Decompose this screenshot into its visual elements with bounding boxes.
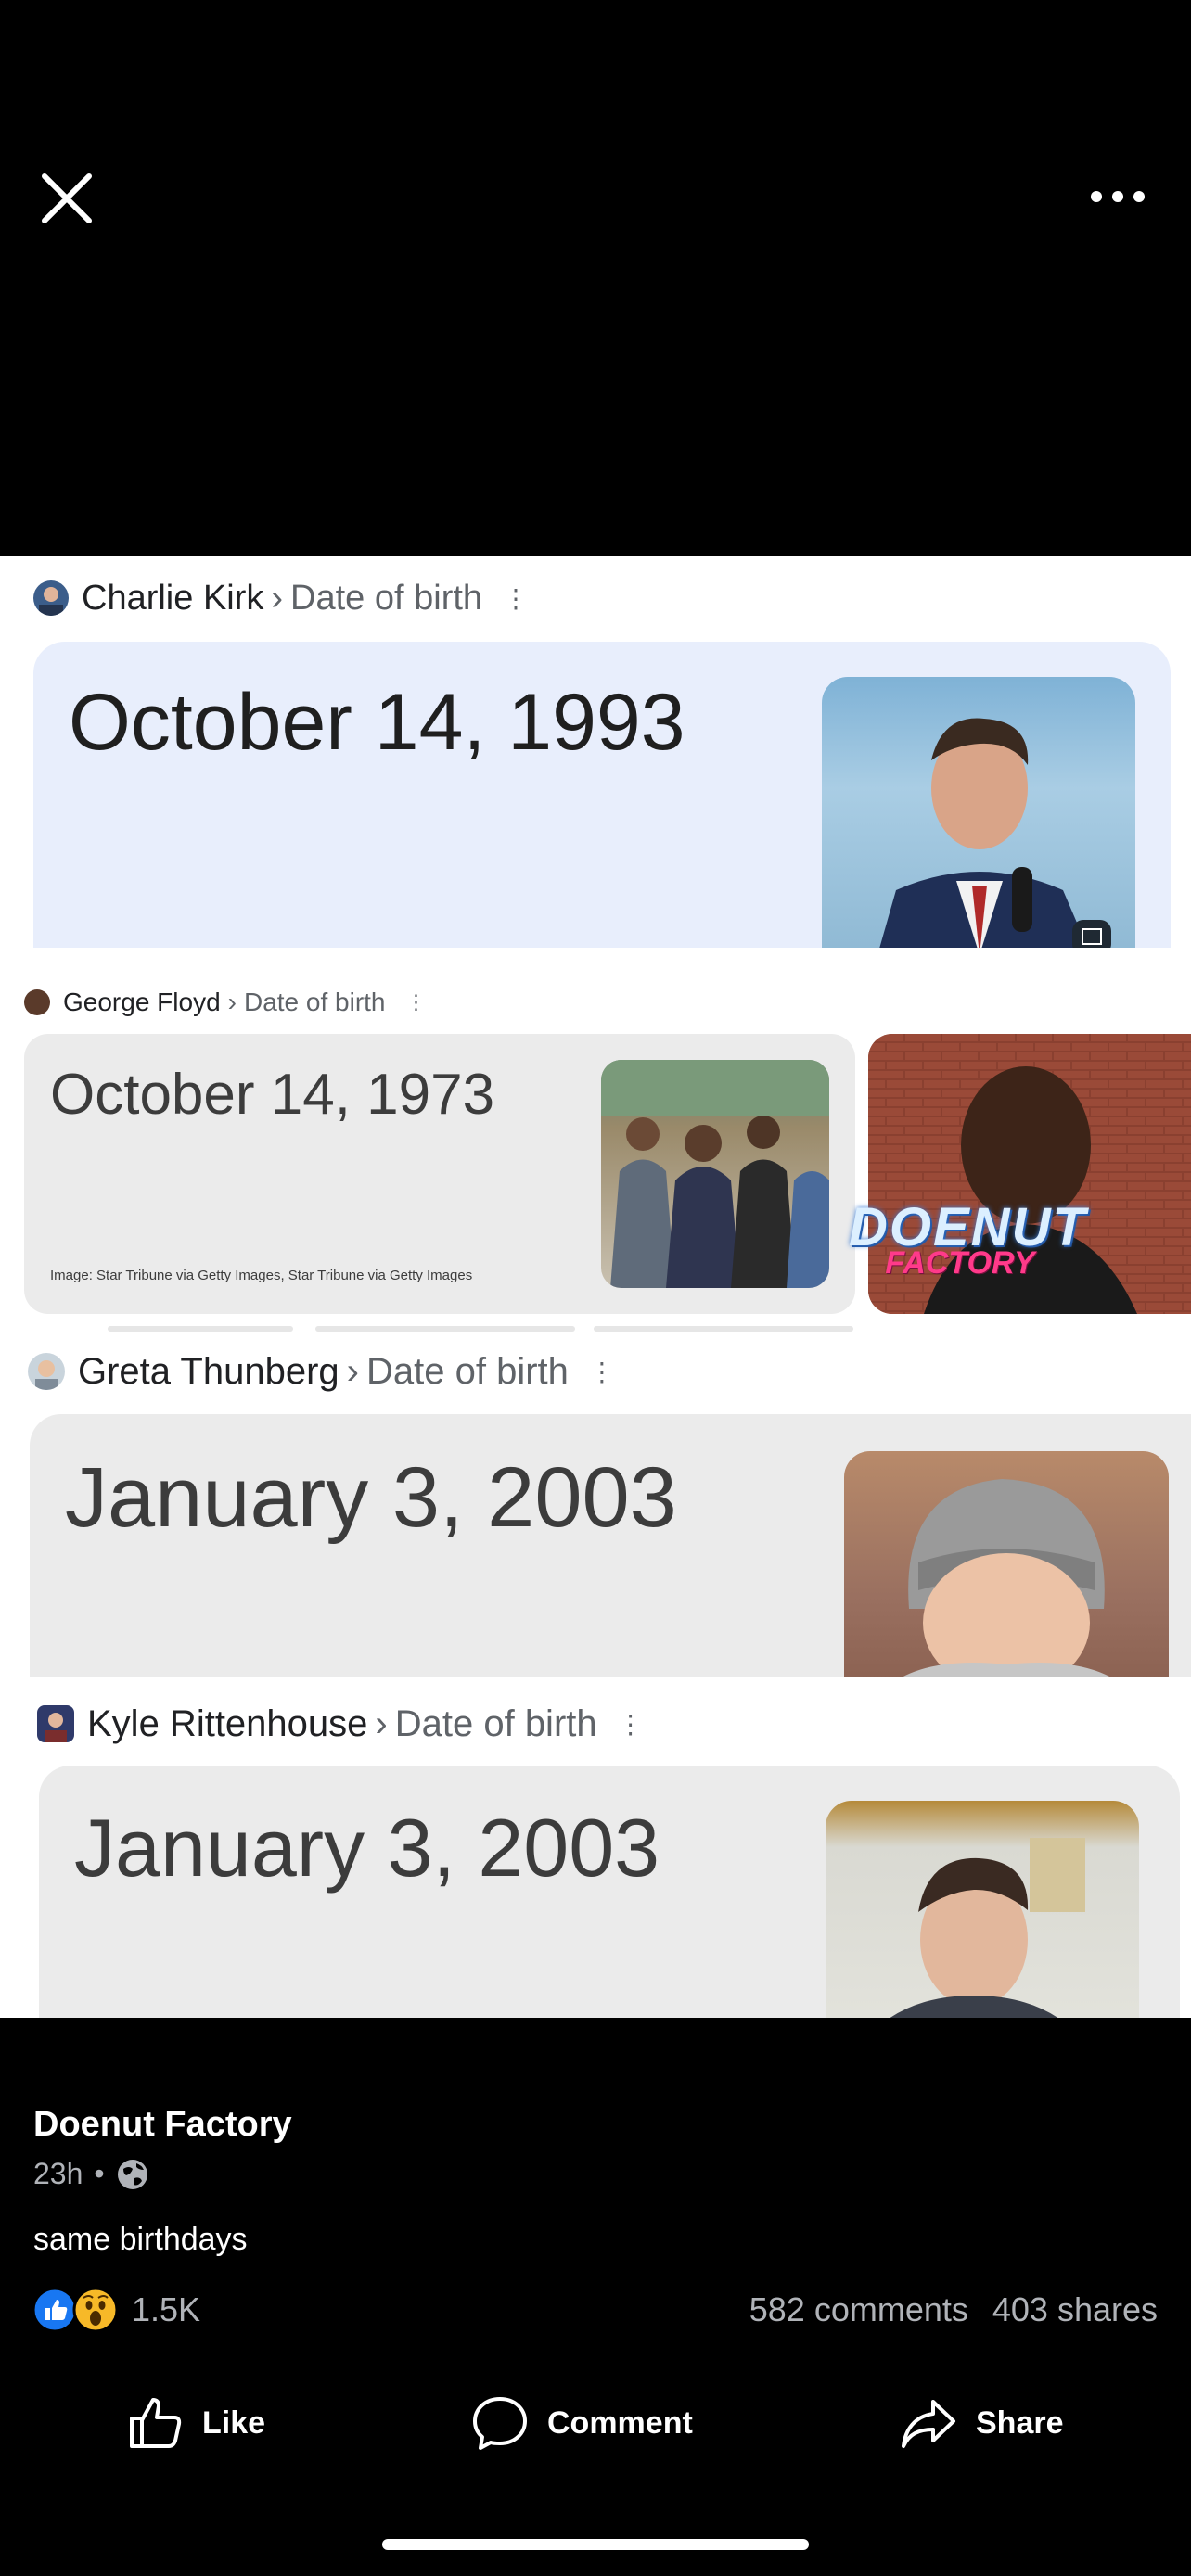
carousel-indicator	[315, 1326, 575, 1332]
kebab-icon: ⋮	[617, 1709, 644, 1739]
globe-icon	[117, 2159, 147, 2189]
thumbs-up-icon	[130, 2398, 182, 2448]
comment-icon	[473, 2397, 527, 2450]
result-card-greta-thunberg: January 3, 2003	[30, 1414, 1191, 1677]
date-of-birth: October 14, 1993	[69, 678, 685, 767]
post-time: 23h	[33, 2157, 83, 2190]
share-icon	[902, 2400, 955, 2448]
result-card-kyle-rittenhouse: January 3, 2003	[39, 1766, 1180, 2018]
result-name: Charlie Kirk	[82, 578, 264, 618]
home-indicator[interactable]	[382, 2539, 809, 2550]
like-button[interactable]: Like	[126, 2394, 265, 2452]
avatar	[33, 580, 69, 616]
kebab-icon: ⋮	[405, 990, 427, 1014]
shares-count[interactable]: 403 shares	[992, 2290, 1158, 2329]
comment-button[interactable]: Comment	[471, 2394, 693, 2452]
breadcrumb-separator: ›	[375, 1702, 388, 1744]
reactions-summary[interactable]: 1.5K	[32, 2287, 200, 2333]
kebab-icon: ⋮	[588, 1357, 615, 1386]
watermark-logo: DOENUT FACTORY	[849, 1197, 1087, 1281]
result-source-charlie-kirk: Charlie Kirk › Date of birth ⋮	[33, 575, 529, 621]
like-icon	[32, 2287, 78, 2333]
result-source-kyle-rittenhouse: Kyle Rittenhouse › Date of birth ⋮	[37, 1699, 644, 1749]
comments-count[interactable]: 582 comments	[749, 2290, 968, 2329]
more-options-button[interactable]	[1085, 176, 1150, 213]
wow-icon	[72, 2287, 119, 2333]
result-attribute: Date of birth	[394, 1702, 597, 1744]
kebab-icon: ⋮	[503, 583, 530, 613]
result-name: George Floyd	[63, 988, 221, 1016]
comment-label: Comment	[547, 2404, 693, 2441]
share-button[interactable]: Share	[900, 2394, 1064, 2452]
person-photo	[822, 677, 1135, 948]
date-of-birth: January 3, 2003	[65, 1450, 677, 1545]
breadcrumb-separator: ›	[346, 1350, 359, 1392]
result-attribute: Date of birth	[366, 1350, 569, 1392]
like-label: Like	[202, 2404, 266, 2441]
engagement-stats: 582 comments 403 shares	[749, 2290, 1158, 2329]
close-icon	[42, 173, 92, 223]
avatar	[24, 989, 50, 1015]
image-credit: Image: Star Tribune via Getty Images, St…	[50, 1268, 473, 1283]
post-image[interactable]: Charlie Kirk › Date of birth ⋮ October 1…	[0, 556, 1191, 2018]
result-name: Kyle Rittenhouse	[87, 1702, 368, 1744]
person-photo	[601, 1060, 829, 1288]
meta-separator: •	[94, 2157, 105, 2190]
result-card-george-floyd: October 14, 1973 Image: Star Tribune via…	[24, 1034, 855, 1314]
result-card-charlie-kirk: October 14, 1993	[33, 642, 1171, 948]
date-of-birth: October 14, 1973	[50, 1063, 495, 1127]
result-attribute: Date of birth	[243, 988, 386, 1016]
reaction-count: 1.5K	[132, 2290, 201, 2328]
carousel-indicator	[108, 1326, 293, 1332]
share-label: Share	[976, 2404, 1064, 2441]
post-caption: same birthdays	[33, 2222, 248, 2257]
result-name: Greta Thunberg	[78, 1350, 339, 1392]
post-author[interactable]: Doenut Factory	[33, 2105, 292, 2145]
date-of-birth: January 3, 2003	[74, 1802, 660, 1894]
close-button[interactable]	[35, 167, 100, 232]
avatar	[28, 1353, 65, 1390]
breadcrumb-separator: ›	[271, 578, 284, 618]
result-source-george-floyd: George Floyd › Date of birth ⋮	[24, 983, 427, 1022]
breadcrumb-separator: ›	[227, 988, 237, 1016]
person-photo	[826, 1801, 1139, 2018]
person-photo	[844, 1451, 1169, 1677]
post-meta: 23h •	[33, 2157, 149, 2191]
result-source-greta-thunberg: Greta Thunberg › Date of birth ⋮	[28, 1346, 615, 1396]
result-attribute: Date of birth	[290, 578, 483, 618]
carousel-indicator	[594, 1326, 853, 1332]
more-options-icon	[1091, 191, 1145, 202]
avatar	[37, 1705, 74, 1742]
